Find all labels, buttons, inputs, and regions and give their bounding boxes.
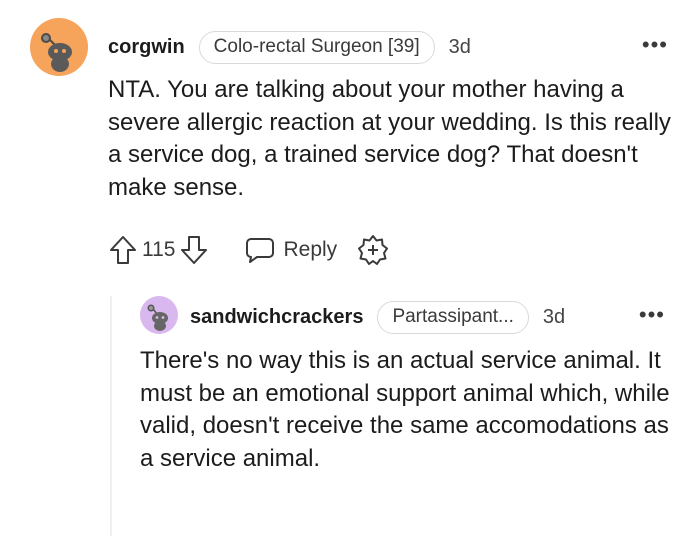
thread-line[interactable] bbox=[110, 296, 112, 536]
snoo-avatar-icon bbox=[30, 18, 88, 76]
avatar[interactable] bbox=[30, 18, 88, 76]
avatar[interactable] bbox=[140, 296, 178, 334]
award-button[interactable] bbox=[357, 234, 389, 266]
award-plus-icon bbox=[358, 235, 389, 265]
downvote-arrow-icon bbox=[181, 236, 208, 264]
user-flair: Colo-rectal Surgeon [39] bbox=[198, 30, 435, 64]
username[interactable]: sandwichcrackers bbox=[190, 306, 363, 329]
comment-body: NTA. You are talking about your mother h… bbox=[108, 76, 671, 201]
username[interactable]: corgwin bbox=[108, 36, 185, 59]
timestamp[interactable]: 3d bbox=[449, 36, 471, 59]
comment-header: corgwin Colo-rectal Surgeon [39] 3d bbox=[108, 30, 471, 64]
upvote-button[interactable] bbox=[108, 234, 138, 266]
upvote-arrow-icon bbox=[110, 236, 136, 264]
reply-button[interactable]: Reply bbox=[245, 236, 337, 264]
comment-body: There's no way this is an actual service… bbox=[140, 347, 670, 472]
comment-actions: 115 Reply bbox=[108, 230, 389, 270]
more-options-button[interactable]: ••• bbox=[639, 304, 665, 326]
comment-bubble-icon bbox=[246, 238, 275, 263]
user-flair: Partassipant... bbox=[377, 300, 529, 334]
reply-label: Reply bbox=[283, 238, 338, 261]
vote-count: 115 bbox=[142, 238, 176, 261]
comment-header: sandwichcrackers Partassipant... 3d bbox=[190, 300, 565, 334]
snoo-avatar-icon bbox=[140, 296, 178, 334]
downvote-button[interactable] bbox=[179, 234, 209, 266]
more-options-button[interactable]: ••• bbox=[642, 34, 668, 56]
timestamp[interactable]: 3d bbox=[543, 306, 565, 329]
